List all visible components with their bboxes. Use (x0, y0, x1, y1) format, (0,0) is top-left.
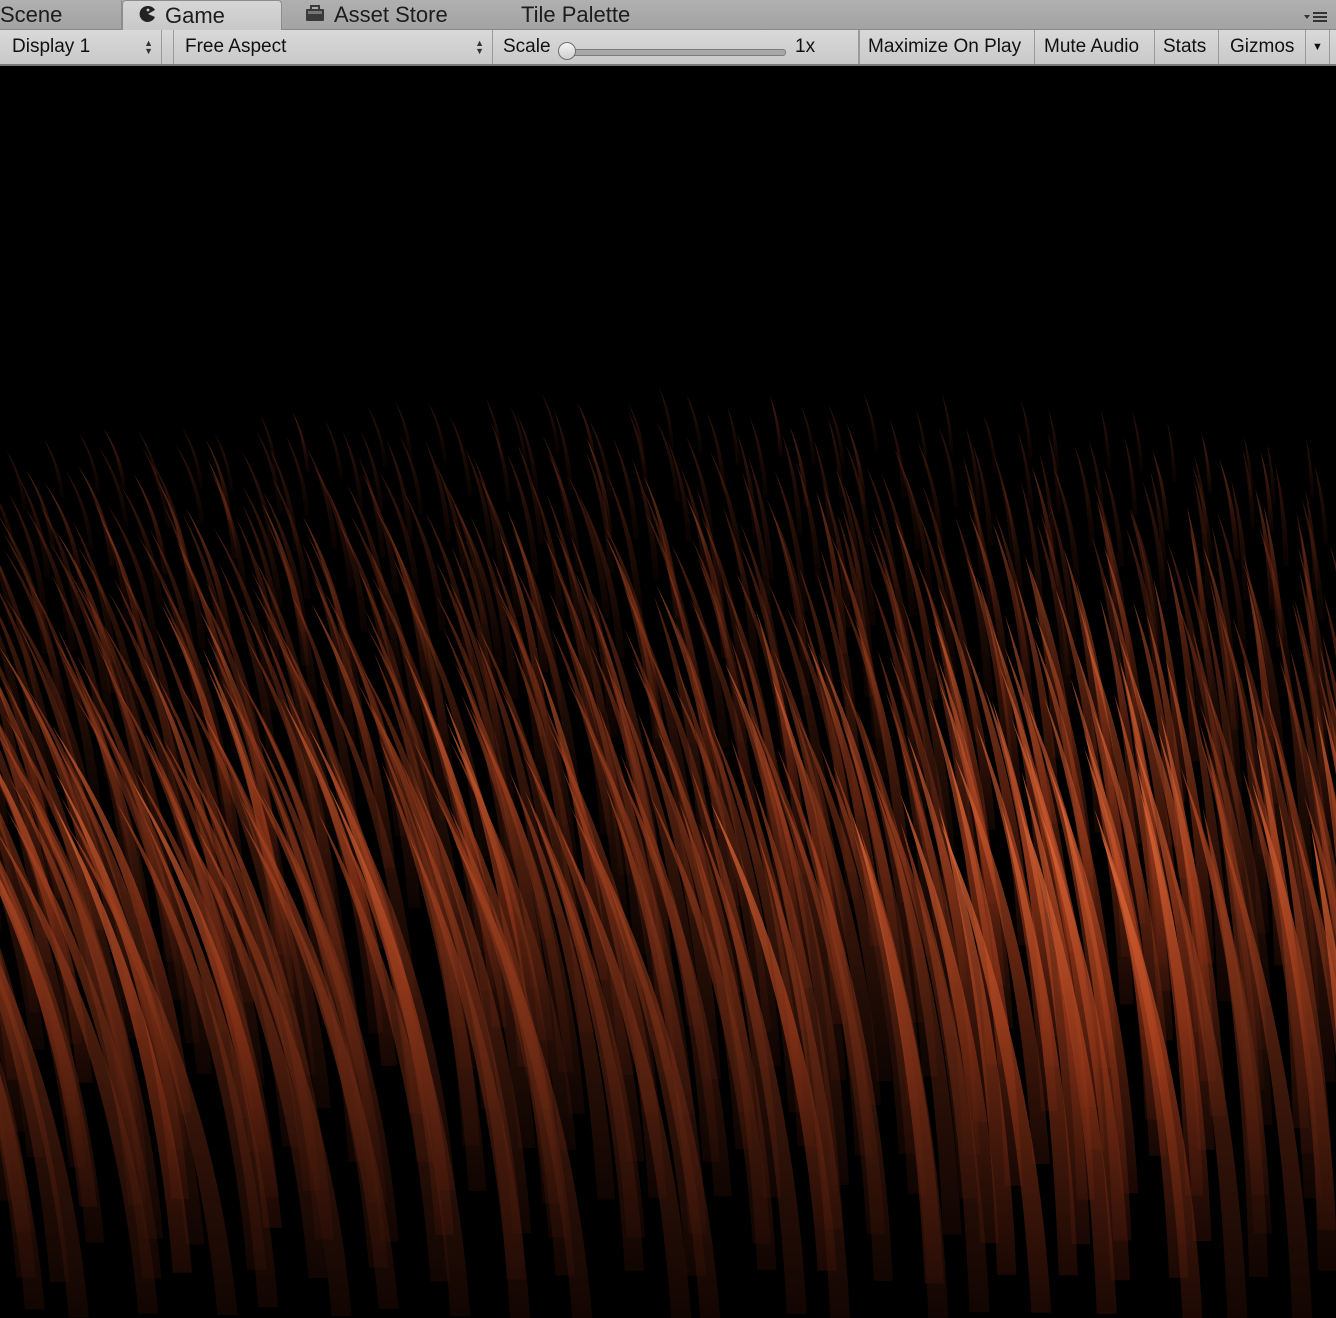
grass-blade (428, 402, 448, 463)
grass-blade-field (0, 386, 1336, 1318)
grass-blade (6, 450, 27, 511)
grass-blade (1074, 445, 1096, 547)
stats-label: Stats (1163, 36, 1207, 57)
gizmos-dropdown-icon[interactable]: ▼ (1306, 30, 1330, 64)
grass-blade (324, 419, 344, 480)
tab-asset-store[interactable]: Asset Store (302, 0, 492, 30)
grass-blade (685, 393, 703, 454)
tab-menu-icon[interactable] (1302, 8, 1330, 24)
grass-blade (769, 395, 783, 456)
grass-blade (863, 392, 879, 453)
grass-blade (517, 414, 540, 496)
tab-scene-label: Scene (0, 2, 63, 27)
display-dropdown[interactable]: Display 1 ▲ ▼ (0, 30, 162, 64)
aspect-dropdown-label: Free Aspect (185, 36, 287, 57)
grass-blade (541, 393, 560, 454)
grass-blade (1201, 432, 1212, 493)
grass-blade (800, 405, 816, 466)
window-tab-bar: Scene Game Asset Store Tile Palette (0, 0, 1336, 31)
tab-game-label: Game (165, 3, 225, 28)
dropdown-arrows-icon: ▲ ▼ (475, 38, 484, 56)
grass-blades (0, 386, 1336, 1318)
grass-blade (398, 433, 424, 515)
tab-scene[interactable]: Scene (0, 0, 122, 30)
grass-blade (658, 386, 674, 447)
grass-blade (889, 418, 907, 499)
maximize-on-play-label: Maximize On Play (868, 36, 1022, 57)
grass-blade (79, 433, 101, 494)
tab-game[interactable]: Game (122, 0, 282, 31)
grass-blade (0, 502, 18, 561)
grass-blade (813, 439, 834, 541)
aspect-dropdown[interactable]: Free Aspect ▲ ▼ (173, 30, 493, 64)
grass-blade (915, 409, 929, 470)
grass-blade (341, 430, 364, 511)
tab-tile-palette-label: Tile Palette (521, 2, 631, 27)
maximize-on-play-toggle[interactable]: Maximize On Play (859, 30, 1035, 64)
grass-blade (846, 424, 867, 505)
gizmos-label: Gizmos (1230, 36, 1295, 57)
grass-blade (490, 422, 512, 503)
grass-blade (1305, 437, 1315, 498)
grass-blade (449, 416, 473, 497)
grass-blade (749, 416, 768, 498)
stats-toggle[interactable]: Stats (1155, 30, 1219, 64)
grass-blade (42, 437, 65, 498)
grass-blade (1275, 465, 1289, 567)
grass-blade (1132, 411, 1144, 472)
scale-value: 1x (795, 36, 816, 57)
mute-audio-label: Mute Audio (1044, 36, 1140, 57)
mute-audio-toggle[interactable]: Mute Audio (1035, 30, 1155, 64)
scale-slider-track[interactable] (568, 49, 786, 56)
gizmos-toggle[interactable]: Gizmos (1219, 30, 1306, 64)
grass-blade (1124, 436, 1138, 517)
dropdown-arrows-icon: ▲ ▼ (144, 38, 153, 56)
display-dropdown-label: Display 1 (12, 36, 91, 57)
store-bag-icon (304, 2, 326, 28)
game-view-toolbar: Display 1 ▲ ▼ Free Aspect ▲ ▼ Scale 1x Max… (0, 30, 1336, 66)
pacman-icon (139, 3, 157, 29)
grass-blade (938, 426, 959, 507)
grass-blade (1100, 409, 1112, 470)
grass-blade (292, 411, 310, 472)
grass-blade (656, 421, 681, 502)
grass-blade (394, 400, 413, 461)
grass-blade (1314, 464, 1329, 545)
scale-slider-thumb[interactable] (558, 42, 576, 60)
grass-blade (1167, 421, 1177, 482)
grass-blade (894, 448, 921, 550)
scale-label: Scale (503, 36, 551, 57)
game-viewport[interactable] (0, 66, 1336, 1318)
grass-blade (942, 394, 954, 455)
tab-asset-store-label: Asset Store (334, 2, 448, 27)
tab-tile-palette[interactable]: Tile Palette (521, 0, 681, 30)
grass-blade (982, 413, 998, 474)
